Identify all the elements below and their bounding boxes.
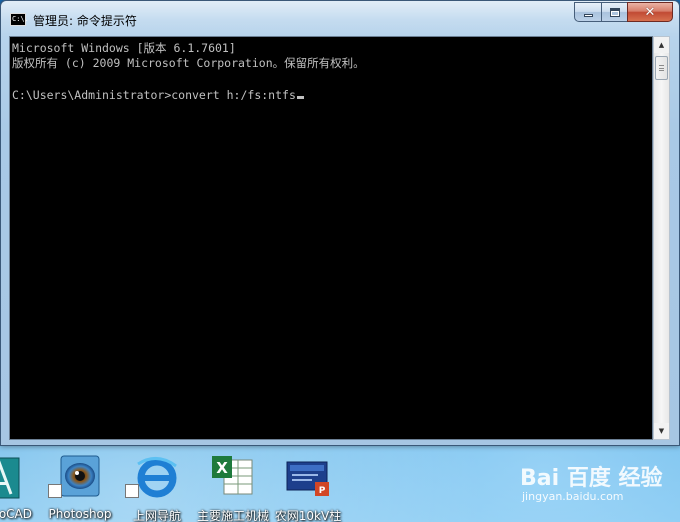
close-icon: ✕	[644, 4, 656, 20]
console-line: Microsoft Windows [版本 6.1.7601]	[12, 41, 236, 55]
scroll-thumb[interactable]	[655, 56, 668, 80]
desktop-icon-label: 上网导航	[132, 509, 181, 522]
desktop-icon-label: 主要施工机械	[197, 509, 270, 522]
desktop-icon-powerpoint[interactable]: P 农网10kV柱	[272, 452, 344, 522]
title-bar[interactable]: C:\. 管理员: 命令提示符 ✕	[1, 1, 679, 37]
close-button[interactable]: ✕	[627, 2, 673, 22]
scroll-down-button[interactable]: ▼	[654, 423, 669, 439]
maximize-button[interactable]	[601, 2, 627, 22]
maximize-icon	[609, 7, 620, 17]
desktop-icon-autocad[interactable]: oCAD	[0, 452, 36, 522]
command-input-line[interactable]: C:\Users\Administrator>convert h:/fs:ntf…	[12, 88, 304, 102]
shortcut-arrow-icon	[48, 484, 62, 498]
desktop-icon-browser[interactable]: 上网导航	[121, 452, 193, 522]
svg-text:X: X	[216, 459, 228, 477]
scroll-up-button[interactable]: ▲	[654, 37, 669, 53]
command-text: C:\Users\Administrator>convert h:/fs:ntf…	[12, 88, 296, 102]
arrow-down-icon: ▼	[658, 427, 665, 435]
minimize-button[interactable]	[574, 2, 601, 22]
desktop-icon-excel[interactable]: X 主要施工机械	[197, 452, 269, 522]
vertical-scrollbar[interactable]: ▲ ▼	[653, 36, 670, 440]
console-line: 版权所有 (c) 2009 Microsoft Corporation。保留所有…	[12, 56, 365, 70]
window-title: 管理员: 命令提示符	[33, 14, 137, 28]
autocad-icon	[0, 457, 20, 499]
desktop-icon-label: 农网10kV柱	[274, 509, 342, 522]
text-cursor	[296, 96, 304, 99]
minimize-icon	[583, 14, 593, 17]
shortcut-arrow-icon	[125, 484, 139, 498]
powerpoint-icon: P	[286, 461, 329, 496]
photoshop-icon	[60, 455, 100, 497]
svg-text:P: P	[319, 486, 326, 496]
watermark-logo: Bai 百度 经验	[520, 466, 663, 491]
arrow-up-icon: ▲	[658, 41, 665, 49]
console-output[interactable]: Microsoft Windows [版本 6.1.7601] 版权所有 (c)…	[9, 36, 653, 440]
desktop-icon-photoshop[interactable]: Photoshop	[44, 452, 116, 522]
baidu-jingyan-watermark: Bai 百度 经验 jingyan.baidu.com	[520, 460, 680, 520]
cmd-icon[interactable]: C:\.	[10, 13, 29, 26]
caption-buttons: ✕	[574, 2, 673, 24]
internet-explorer-icon	[137, 457, 177, 498]
watermark-url: jingyan.baidu.com	[522, 490, 624, 503]
excel-icon: X	[212, 456, 253, 495]
grip-icon	[659, 65, 664, 71]
desktop-icon-label: oCAD	[0, 507, 32, 521]
desktop-icon-label: Photoshop	[48, 507, 112, 521]
command-prompt-window[interactable]: C:\. 管理员: 命令提示符 ✕ Microsoft Windows [版本 …	[0, 0, 680, 446]
